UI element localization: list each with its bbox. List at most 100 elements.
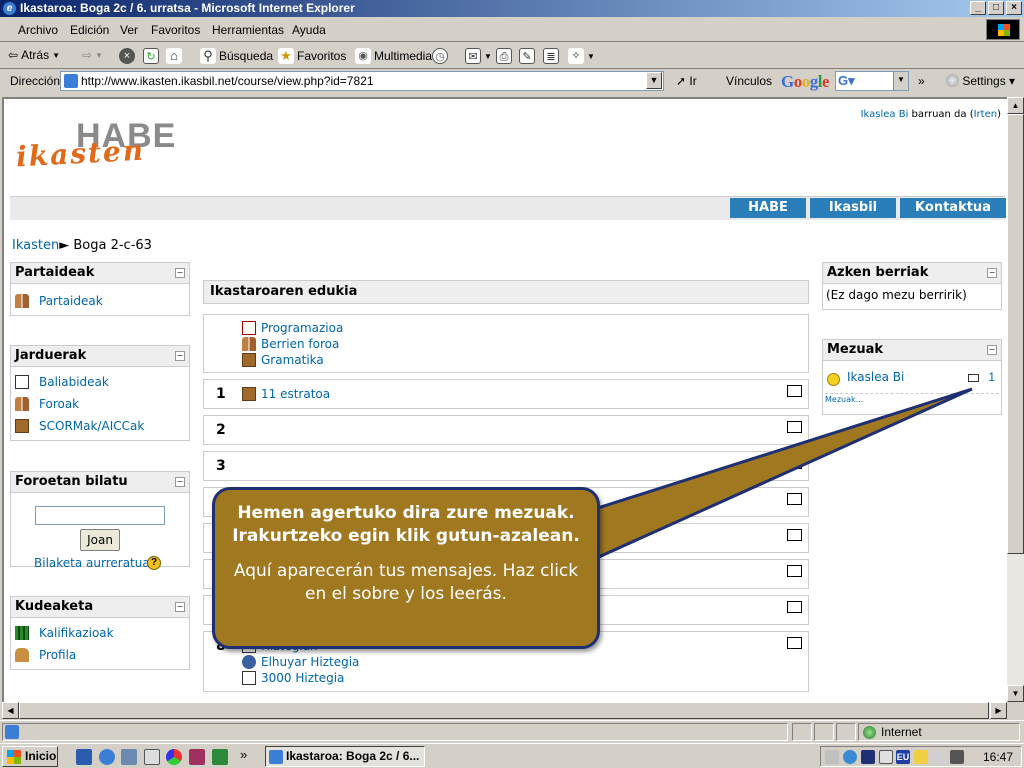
- resource-gramatika[interactable]: Gramatika: [242, 352, 324, 368]
- history-button[interactable]: ◷: [432, 48, 448, 64]
- menu-ayuda[interactable]: Ayuda: [292, 23, 326, 37]
- clock[interactable]: 16:47: [983, 750, 1013, 764]
- outlook-icon[interactable]: [121, 749, 137, 765]
- word-icon[interactable]: [76, 749, 92, 765]
- scroll-down-arrow-icon[interactable]: ▼: [1007, 685, 1024, 702]
- section-highlight-checkbox[interactable]: [787, 529, 802, 541]
- message-sender-link[interactable]: Ikaslea Bi: [847, 370, 904, 384]
- forward-button[interactable]: ⇨ ▼: [82, 48, 103, 62]
- back-button[interactable]: ⇦ Atrás ▼: [8, 48, 60, 62]
- research-button[interactable]: ✧ ▼: [568, 48, 595, 64]
- google-dropdown-arrow-icon[interactable]: ▼: [893, 72, 908, 90]
- scroll-right-arrow-icon[interactable]: ▶: [990, 702, 1007, 719]
- resource-11-estratoa[interactable]: 11 estratoa: [242, 386, 330, 402]
- scorm-link[interactable]: SCORMak/AICCak: [11, 415, 189, 437]
- tray-app-icon[interactable]: [932, 750, 946, 764]
- advanced-search-link[interactable]: Bilaketa aurreratua: [34, 556, 150, 570]
- desktop-icon[interactable]: [144, 749, 160, 765]
- start-button[interactable]: Inicio: [2, 746, 58, 767]
- resource-3000-hiztegia[interactable]: 3000 Hiztegia: [242, 670, 344, 686]
- messages-more-link[interactable]: Mezuak...: [825, 395, 863, 404]
- scroll-thumb[interactable]: [1007, 114, 1024, 554]
- ie-quicklaunch-icon[interactable]: [99, 749, 115, 765]
- nav-tab-habe[interactable]: HABE: [730, 198, 806, 218]
- more-chevron-icon[interactable]: »: [918, 74, 925, 88]
- excel-icon[interactable]: [212, 749, 228, 765]
- nav-tab-ikasbil[interactable]: Ikasbil: [810, 198, 896, 218]
- user-link[interactable]: Ikaslea Bi: [861, 109, 909, 120]
- window-title-bar[interactable]: e Ikastaroa: Boga 2c / 6. urratsa - Micr…: [0, 0, 1024, 17]
- refresh-button[interactable]: ↻: [143, 48, 159, 64]
- links-button[interactable]: Vínculos: [726, 74, 772, 88]
- network-icon[interactable]: [843, 750, 857, 764]
- dropdown-arrow-icon[interactable]: ▼: [484, 52, 492, 61]
- url-dropdown-arrow-icon[interactable]: ▼: [646, 72, 662, 89]
- section-highlight-checkbox[interactable]: [787, 493, 802, 505]
- vertical-scrollbar[interactable]: ▲ ▼: [1007, 97, 1024, 702]
- tray-app-icon[interactable]: [914, 750, 928, 764]
- stop-button[interactable]: ×: [119, 48, 135, 64]
- scroll-thumb[interactable]: [19, 702, 989, 719]
- go-button[interactable]: ➚ Ir: [676, 74, 697, 88]
- close-button[interactable]: ×: [1006, 1, 1022, 15]
- menu-favoritos[interactable]: Favoritos: [151, 23, 200, 37]
- quicklaunch-chevron-icon[interactable]: »: [240, 747, 247, 762]
- favorites-button[interactable]: ★ Favoritos: [278, 48, 346, 64]
- dropdown-arrow-icon[interactable]: ▼: [587, 52, 595, 61]
- participants-link[interactable]: Partaideak: [11, 290, 189, 312]
- resource-berrien-foroa[interactable]: Berrien foroa: [242, 336, 339, 352]
- google-g-icon[interactable]: G▾: [838, 73, 855, 89]
- dropdown-arrow-icon[interactable]: ▼: [52, 51, 60, 60]
- help-icon[interactable]: ?: [147, 556, 161, 570]
- profile-link[interactable]: Profila: [11, 644, 189, 666]
- mail-button[interactable]: ✉ ▼: [465, 48, 492, 64]
- tray-app-icon[interactable]: [950, 750, 964, 764]
- search-button[interactable]: ⚲ Búsqueda: [200, 48, 273, 64]
- collapse-icon[interactable]: −: [987, 268, 997, 278]
- collapse-icon[interactable]: −: [987, 345, 997, 355]
- scroll-up-arrow-icon[interactable]: ▲: [1007, 97, 1024, 114]
- media-player-icon[interactable]: [166, 749, 182, 765]
- edit-button[interactable]: ✎: [519, 48, 535, 64]
- settings-button[interactable]: Settings ▾: [946, 74, 1015, 88]
- scroll-left-arrow-icon[interactable]: ◀: [2, 702, 19, 719]
- search-go-button[interactable]: Joan: [80, 529, 120, 551]
- horizontal-scrollbar[interactable]: ◀ ▶: [2, 702, 1007, 719]
- media-button[interactable]: ◉ Multimedia: [355, 48, 432, 64]
- section-highlight-checkbox[interactable]: [787, 565, 802, 577]
- ie-app-icon[interactable]: e: [3, 2, 16, 15]
- antivirus-icon[interactable]: [861, 750, 875, 764]
- forums-link[interactable]: Foroak: [11, 393, 189, 415]
- collapse-icon[interactable]: −: [175, 268, 185, 278]
- url-input[interactable]: http://www.ikasten.ikasbil.net/course/vi…: [60, 71, 664, 91]
- section-highlight-checkbox[interactable]: [787, 457, 802, 469]
- discuss-button[interactable]: ≣: [543, 48, 559, 64]
- minimize-button[interactable]: _: [970, 1, 986, 15]
- message-count[interactable]: 1: [988, 370, 995, 384]
- language-indicator[interactable]: EU: [896, 750, 910, 764]
- security-zone[interactable]: Internet: [858, 723, 1020, 741]
- logout-link[interactable]: Irten: [974, 109, 997, 120]
- menu-archivo[interactable]: Archivo: [18, 23, 58, 37]
- print-button[interactable]: ⎙: [496, 48, 512, 64]
- section-highlight-checkbox[interactable]: [787, 601, 802, 613]
- nav-tab-kontaktua[interactable]: Kontaktua: [900, 198, 1006, 218]
- maximize-button[interactable]: □: [988, 1, 1004, 15]
- home-button[interactable]: ⌂: [166, 48, 182, 64]
- volume-icon[interactable]: [825, 750, 839, 764]
- grades-link[interactable]: Kalifikazioak: [11, 622, 189, 644]
- powerpoint-icon[interactable]: [189, 749, 205, 765]
- collapse-icon[interactable]: −: [175, 351, 185, 361]
- menu-edicion[interactable]: Edición: [70, 23, 109, 37]
- resource-elhuyar-hiztegia[interactable]: Elhuyar Hiztegia: [242, 654, 359, 670]
- resource-programazioa[interactable]: Programazioa: [242, 320, 343, 336]
- dropdown-arrow-icon[interactable]: ▼: [95, 51, 103, 60]
- google-search-input[interactable]: G▾ ▼: [835, 71, 909, 91]
- breadcrumb-home-link[interactable]: Ikasten: [12, 238, 59, 253]
- section-highlight-checkbox[interactable]: [787, 421, 802, 433]
- collapse-icon[interactable]: −: [175, 477, 185, 487]
- section-highlight-checkbox[interactable]: [787, 637, 802, 649]
- envelope-icon[interactable]: [968, 374, 979, 382]
- forum-search-input[interactable]: [35, 506, 165, 525]
- resources-link[interactable]: Baliabideak: [11, 371, 189, 393]
